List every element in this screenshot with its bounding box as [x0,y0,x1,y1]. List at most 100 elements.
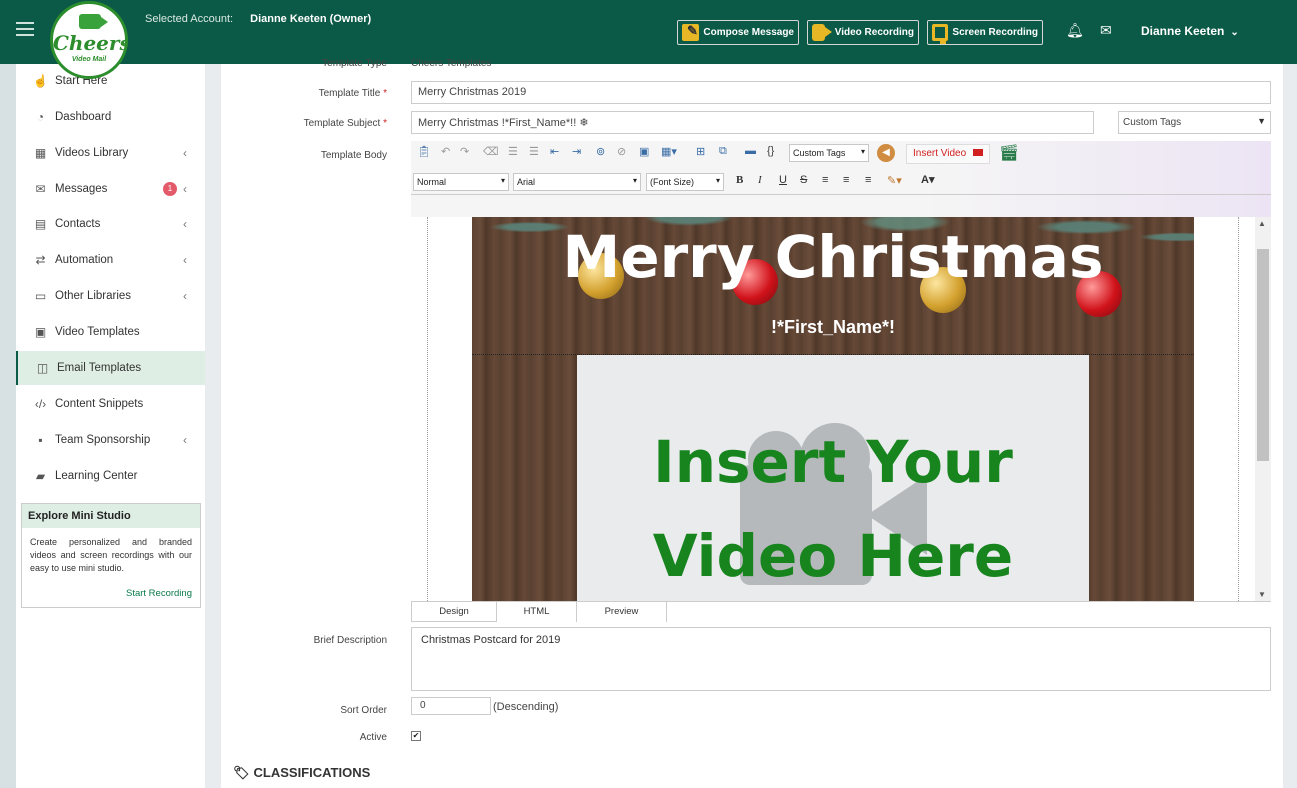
scroll-down-icon[interactable]: ▼ [1258,590,1266,599]
sidebar-item-learning-center[interactable]: ▰ Learning Center [16,459,205,493]
sidebar-item-automation[interactable]: ⇄ Automation ‹ [16,243,205,277]
template-subject-input[interactable]: Merry Christmas !*First_Name*!! ❄ [411,111,1094,134]
sidebar-item-contacts[interactable]: ▤ Contacts ‹ [16,207,205,241]
outdent-icon[interactable]: ⇤ [550,145,559,158]
editor-scrollbar[interactable]: ▲ ▼ [1255,217,1271,601]
font-select[interactable]: Arial ▾ [513,173,641,191]
user-menu[interactable]: Dianne Keeten ⌄ [1141,24,1239,38]
image-insert-icon[interactable]: ▣ [639,145,649,158]
toolbar-custom-tags-select[interactable]: Custom Tags ▾ [789,144,869,162]
required-marker: * [383,88,387,99]
caret-down-icon: ▾ [632,176,637,185]
paste-icon[interactable]: 📋︎ [417,145,431,158]
cheers-logo[interactable]: Cheers! Video Mail [50,1,128,79]
tab-html[interactable]: HTML [497,602,577,622]
sidebar-item-other-libraries[interactable]: ▭ Other Libraries ‹ [16,279,205,313]
pointer-icon: ☝ [33,74,48,88]
template-subject-label-text: Template Subject [303,118,381,129]
scroll-up-icon[interactable]: ▲ [1258,219,1266,228]
sort-order-input[interactable]: 0 [411,697,491,715]
fullscreen-icon[interactable]: ⊞ [696,145,705,158]
logo-camera-icon [79,14,108,29]
font-size-select-value: (Font Size) [650,177,695,187]
strikethrough-icon[interactable]: S [800,174,807,186]
underline-icon[interactable]: U [779,174,787,186]
caret-down-icon: ▼ [1257,116,1266,126]
video-recording-button[interactable]: Video Recording [807,20,919,45]
tab-preview[interactable]: Preview [577,602,667,622]
template-title-input[interactable]: Merry Christmas 2019 [411,81,1271,104]
italic-icon[interactable]: I [758,174,762,186]
table-icon[interactable]: ▦▾ [661,145,677,158]
gift-icon: ▪ [38,433,43,447]
code-icon: ‹/› [34,397,47,411]
align-right-icon[interactable]: ≡ [865,174,871,186]
editor-mode-tabs: Design HTML Preview [411,601,1271,622]
bell-icon[interactable]: 🔔︎ [1066,22,1084,39]
align-left-icon[interactable]: ≡ [822,174,828,186]
sidebar-item-label: Messages [55,183,108,195]
monitor-icon [932,24,949,44]
screen-recording-button[interactable]: Screen Recording [927,20,1043,45]
chevron-left-icon: ‹ [183,146,187,160]
bold-icon[interactable]: B [736,174,743,186]
unlink-icon[interactable]: ⊘ [617,145,626,158]
toolbar-custom-tags-value: Custom Tags [793,148,846,158]
brief-description-textarea[interactable]: Christmas Postcard for 2019 [411,627,1271,691]
redo-icon[interactable]: ↷ [460,145,469,158]
folder-open-icon[interactable]: ▬ [745,145,756,157]
format-select[interactable]: Normal ▾ [413,173,509,191]
active-checkbox[interactable]: ✔ [411,731,421,741]
ordered-list-icon[interactable]: ☰ [508,145,518,158]
postcard-first-name-tag: !*First_Name*! [770,317,896,337]
sidebar-item-messages[interactable]: ✉ Messages 1 ‹ [16,172,205,206]
sidebar-item-dashboard[interactable]: ◔ Dashboard [16,100,205,134]
envelope-open-icon[interactable]: ✉ [1100,22,1112,39]
editor-canvas[interactable]: Merry Christmas !*First_Name*! Insert Yo… [411,217,1271,601]
compose-message-label: Compose Message [703,27,794,38]
sidebar-item-video-templates[interactable]: ▣ Video Templates [16,315,205,349]
chevron-left-icon: ‹ [183,217,187,231]
snippet-icon[interactable]: {} [767,145,774,157]
sort-order-hint: (Descending) [493,701,559,713]
indent-icon[interactable]: ⇥ [572,145,581,158]
selected-account: Selected Account: Dianne Keeten (Owner) [145,13,371,25]
sidebar-item-videos-library[interactable]: ▦ Videos Library ‹ [16,136,205,170]
speaker-icon[interactable]: ◀ [877,144,895,162]
start-recording-link[interactable]: Start Recording [126,588,192,599]
compose-message-button[interactable]: Compose Message [677,20,799,45]
video-placeholder[interactable]: Insert Your Video Here [577,355,1089,601]
insert-video-button[interactable]: Insert Video [906,144,990,164]
font-size-select[interactable]: (Font Size) ▾ [646,173,724,191]
screen-recording-label: Screen Recording [952,27,1038,38]
sidebar-item-team-sponsorship[interactable]: ▪ Team Sponsorship ‹ [16,423,205,457]
sidebar-item-content-snippets[interactable]: ‹/› Content Snippets [16,387,205,421]
copy-icon[interactable]: ⧉ [719,145,727,158]
film-clip-icon[interactable]: 🎬︎ [999,143,1019,163]
chevron-left-icon: ‹ [183,182,187,196]
template-type-value: Cheers Templates [411,58,492,69]
user-name: Dianne Keeten [1141,24,1225,38]
exchange-icon: ⇄ [35,253,46,267]
classifications-heading: 🏷︎ CLASSIFICATIONS [233,765,370,781]
video-placeholder-line-2: Video Here [652,522,1014,590]
font-select-value: Arial [517,177,536,187]
scrollbar-thumb[interactable] [1257,249,1269,461]
contact-card-icon: ▤ [34,217,47,231]
selected-account-value[interactable]: Dianne Keeten (Owner) [250,13,371,25]
folder-icon: ▭ [34,289,47,303]
bullet-list-icon[interactable]: ☰ [529,145,539,158]
sidebar: ☝ Start Here ◔ Dashboard ▦ Videos Library ‹ … [16,64,205,788]
align-center-icon[interactable]: ≡ [843,174,849,186]
sidebar-item-email-templates[interactable]: ◫ Email Templates [16,351,205,385]
highlight-color-icon[interactable]: ✎▾ [887,174,902,187]
left-edge [0,64,16,788]
custom-tags-select[interactable]: Custom Tags ▼ [1118,111,1271,134]
tab-design[interactable]: Design [411,602,497,622]
link-icon[interactable]: ⊚ [596,145,605,158]
hamburger-menu-icon[interactable] [16,22,34,36]
brief-description-label: Brief Description [313,635,387,646]
font-color-icon[interactable]: A▾ [921,173,934,186]
undo-icon[interactable]: ↶ [441,145,450,158]
eraser-icon[interactable]: ⌫ [483,145,499,158]
